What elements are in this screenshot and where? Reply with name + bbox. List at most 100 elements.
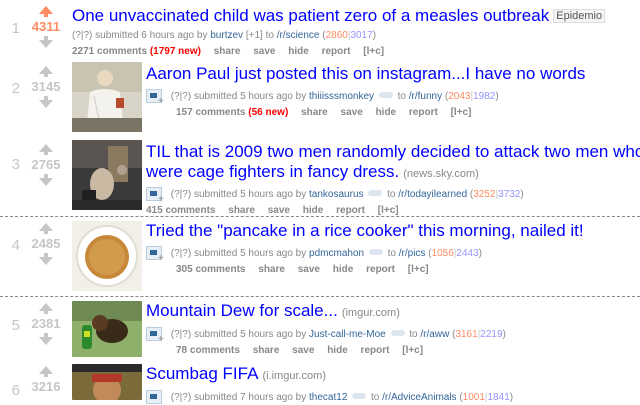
upvote-arrow-icon[interactable] (39, 144, 53, 155)
vote-info-link[interactable]: (?|?) (171, 392, 191, 403)
post-title-link[interactable]: Scumbag FIFA (146, 364, 258, 383)
author-link[interactable]: tankosaurus (309, 189, 363, 200)
report-button[interactable]: report (361, 345, 390, 356)
subreddit-link[interactable]: /r/aww (420, 329, 449, 340)
post-score: 3216 (31, 379, 61, 394)
author-link[interactable]: pdmcmahon (309, 248, 364, 259)
comments-link[interactable]: 305 comments (176, 264, 245, 275)
comments-link[interactable]: 2271 comments (1797 new) (72, 46, 201, 57)
author-link[interactable]: Just-call-me-Moe (309, 329, 386, 340)
post-thumbnail[interactable] (72, 221, 142, 291)
upvote-arrow-icon[interactable] (39, 366, 53, 377)
subreddit-link[interactable]: /r/pics (399, 248, 426, 259)
lc-button[interactable]: [l+c] (378, 205, 399, 216)
post-domain[interactable]: (news.sky.com) (403, 168, 479, 180)
to-text: to (409, 329, 418, 340)
post-title-link[interactable]: Aaron Paul just posted this on instagram… (146, 64, 585, 83)
author-link[interactable]: thecat12 (309, 392, 347, 403)
post-domain[interactable]: (imgur.com) (342, 307, 400, 319)
share-button[interactable]: share (214, 46, 241, 57)
subreddit-link[interactable]: /r/AdviceAnimals (382, 392, 456, 403)
post-rank: 1 (11, 20, 20, 37)
subreddit-link[interactable]: /r/science (277, 30, 320, 41)
lc-button[interactable]: [l+c] (363, 46, 384, 57)
comments-link[interactable]: 415 comments (146, 205, 215, 216)
downvote-count: 2219 (480, 329, 503, 340)
hide-button[interactable]: hide (327, 345, 348, 356)
save-button[interactable]: save (268, 205, 290, 216)
downvote-arrow-icon[interactable] (39, 96, 53, 108)
post-title-link[interactable]: TIL that is 2009 two men randomly decide… (146, 142, 640, 181)
subreddit-link[interactable]: /r/todayilearned (398, 189, 467, 200)
hide-button[interactable]: hide (288, 46, 309, 57)
to-text: to (397, 91, 406, 102)
author-tag-icon[interactable] (378, 92, 393, 98)
comments-link[interactable]: 78 comments (176, 345, 240, 356)
lc-button[interactable]: [l+c] (451, 107, 472, 118)
vote-info-link[interactable]: (?|?) (171, 329, 191, 340)
image-expand-icon[interactable]: + (146, 244, 164, 264)
post-3: 3 2765 TIL that is 2009 two men randomly… (0, 138, 640, 216)
post-thumbnail[interactable] (72, 364, 142, 400)
downvote-arrow-icon[interactable] (39, 333, 53, 345)
image-expand-icon[interactable] (146, 388, 164, 404)
post-rank: 2 (11, 80, 20, 97)
report-button[interactable]: report (409, 107, 438, 118)
vote-info-link[interactable]: (?|?) (171, 248, 191, 259)
share-button[interactable]: share (228, 205, 255, 216)
post-title-link[interactable]: One unvaccinated child was patient zero … (72, 6, 549, 25)
report-button[interactable]: report (336, 205, 365, 216)
author-tag-icon[interactable] (390, 330, 405, 336)
post-thumbnail[interactable] (72, 62, 142, 132)
save-button[interactable]: save (253, 46, 275, 57)
post-buttons: 78 comments share save hide report [l+c] (146, 344, 640, 358)
post-title-link[interactable]: Mountain Dew for scale... (146, 301, 338, 320)
post-5: 5 2381 Mountain Dew for scale... (imgur.c… (0, 299, 640, 359)
report-button[interactable]: report (322, 46, 351, 57)
to-text: to (265, 30, 274, 41)
save-button[interactable]: save (292, 345, 314, 356)
image-expand-icon[interactable]: + (146, 185, 164, 205)
upvote-arrow-icon[interactable] (39, 66, 53, 77)
subreddit-link[interactable]: /r/funny (409, 91, 442, 102)
upvote-arrow-icon[interactable] (39, 303, 53, 314)
post-thumbnail[interactable] (72, 301, 142, 357)
divider (0, 296, 640, 297)
vote-info-link[interactable]: (?|?) (72, 30, 92, 41)
downvote-arrow-icon[interactable] (39, 174, 53, 186)
author-tag-icon[interactable] (352, 393, 367, 399)
upvote-count: 3161 (455, 329, 478, 340)
post-entry: Tried the "pancake in a rice cooker" thi… (146, 221, 640, 277)
image-expand-icon[interactable]: + (146, 325, 164, 345)
vote-info-link[interactable]: (?|?) (171, 189, 191, 200)
vote-info-link[interactable]: (?|?) (171, 91, 191, 102)
post-title-link[interactable]: Tried the "pancake in a rice cooker" thi… (146, 221, 584, 240)
post-thumbnail[interactable] (72, 140, 142, 210)
upvote-arrow-icon[interactable] (39, 223, 53, 234)
report-button[interactable]: report (366, 264, 395, 275)
hide-button[interactable]: hide (303, 205, 324, 216)
hide-button[interactable]: hide (376, 107, 397, 118)
hide-button[interactable]: hide (333, 264, 354, 275)
post-domain[interactable]: (i.imgur.com) (262, 370, 326, 382)
downvote-count: 1841 (487, 392, 510, 403)
downvote-arrow-icon[interactable] (39, 253, 53, 265)
author-link[interactable]: burtzev (210, 30, 243, 41)
share-button[interactable]: share (253, 345, 280, 356)
comments-link[interactable]: 157 comments (56 new) (176, 107, 288, 118)
post-tagline: (?|?) submitted 6 hours ago by burtzev [… (72, 30, 377, 41)
share-button[interactable]: share (258, 264, 285, 275)
lc-button[interactable]: [l+c] (402, 345, 423, 356)
downvote-arrow-icon[interactable] (39, 36, 53, 48)
upvote-arrow-icon[interactable] (39, 6, 53, 17)
author-tag-icon[interactable] (368, 249, 383, 255)
save-button[interactable]: save (298, 264, 320, 275)
author-tag-icon[interactable] (368, 190, 383, 196)
image-expand-icon[interactable]: + (146, 87, 164, 107)
lc-button[interactable]: [l+c] (408, 264, 429, 275)
vote-box: 2485 (24, 223, 68, 265)
share-button[interactable]: share (301, 107, 328, 118)
to-text: to (370, 392, 380, 403)
save-button[interactable]: save (341, 107, 363, 118)
author-link[interactable]: thiiisssmonkey (309, 91, 374, 102)
